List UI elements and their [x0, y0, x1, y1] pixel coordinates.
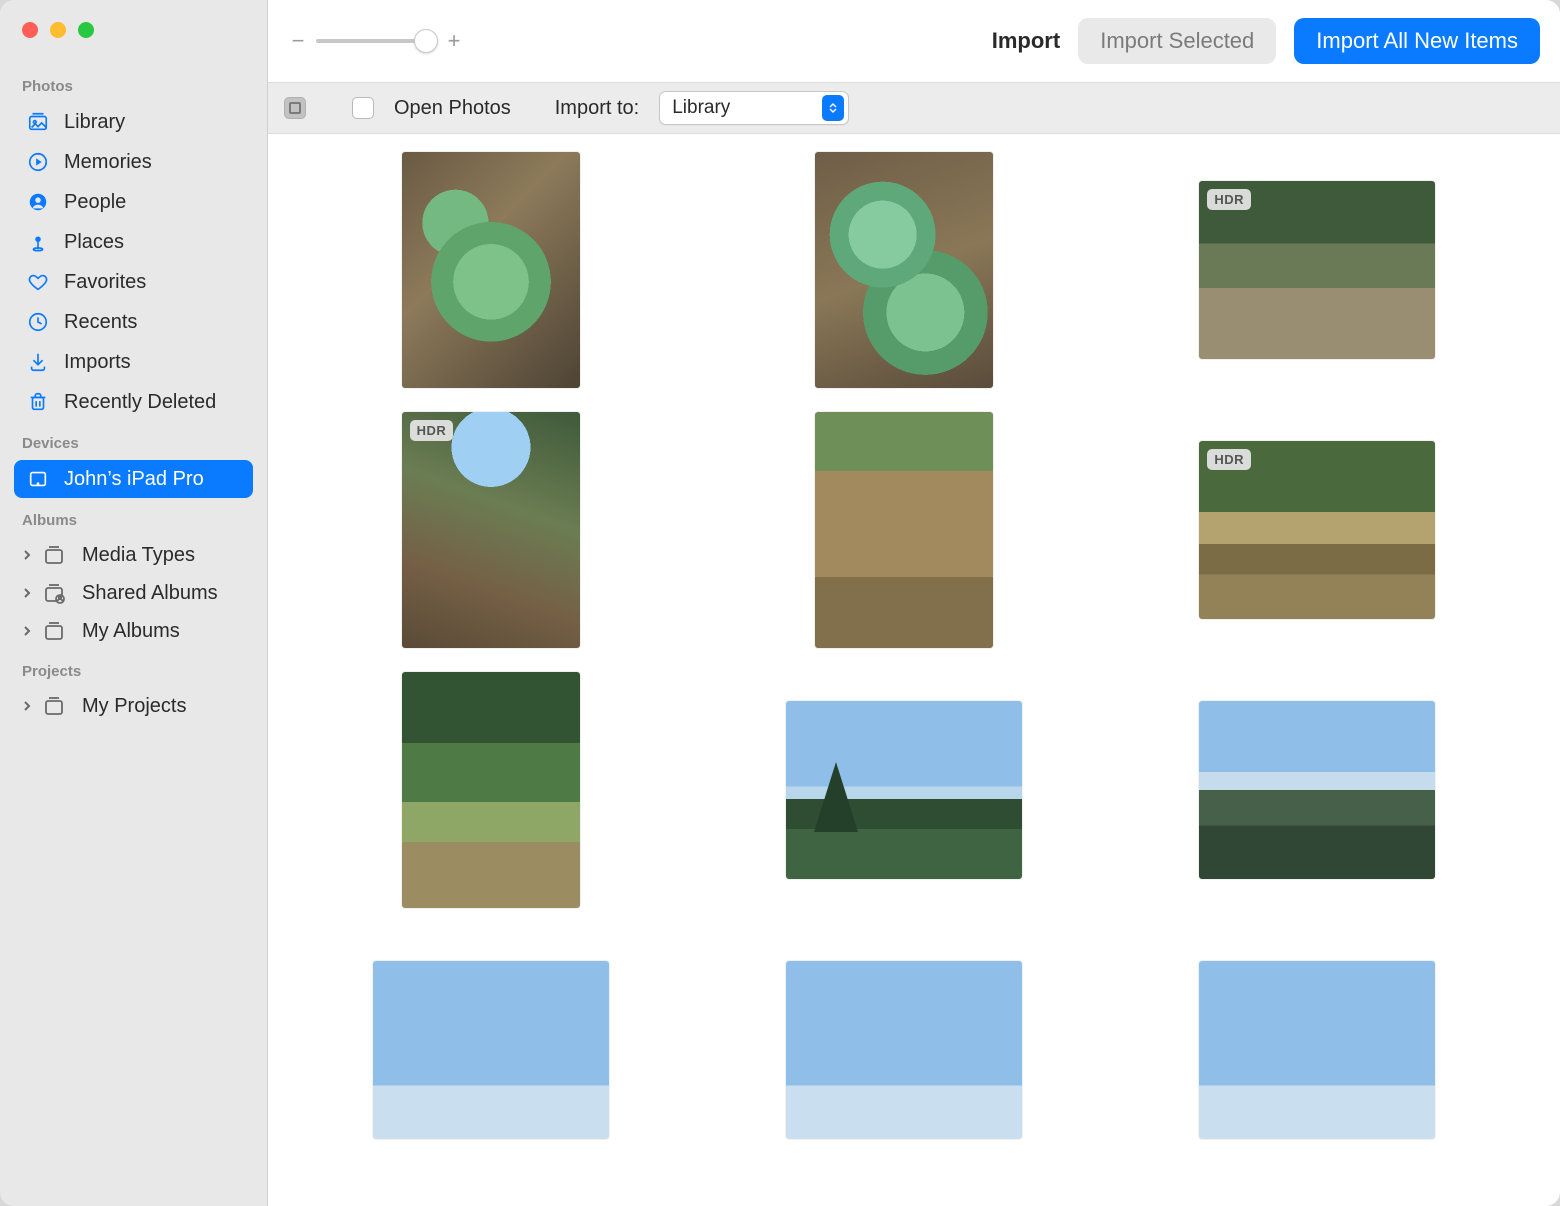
minimize-window-button[interactable] — [50, 22, 66, 38]
app-window: Photos Library Memories People Places — [0, 0, 1560, 1206]
chevron-right-icon — [20, 699, 34, 713]
sidebar: Photos Library Memories People Places — [0, 0, 268, 1206]
photo-image — [402, 152, 580, 388]
sidebar-item-recently-deleted[interactable]: Recently Deleted — [14, 383, 253, 421]
zoom-slider[interactable] — [316, 39, 436, 43]
open-photos-checkbox[interactable] — [352, 97, 374, 119]
sidebar-item-device-ipad[interactable]: John’s iPad Pro — [14, 460, 253, 498]
sidebar-section-photos-header: Photos — [8, 66, 259, 101]
memories-icon — [26, 150, 50, 174]
photo-image — [1199, 961, 1435, 1139]
page-title: Import — [992, 28, 1060, 54]
photo-thumbnail[interactable] — [737, 412, 1070, 648]
photo-image — [373, 961, 609, 1139]
sidebar-item-label: Memories — [64, 151, 152, 174]
sidebar-item-my-albums[interactable]: My Albums — [14, 613, 253, 649]
open-photos-label: Open Photos — [394, 97, 511, 120]
sidebar-item-recents[interactable]: Recents — [14, 303, 253, 341]
clock-icon — [26, 310, 50, 334]
chevron-right-icon — [20, 586, 34, 600]
import-to-select[interactable]: Library — [659, 91, 849, 125]
photo-thumbnail[interactable]: HDR — [1151, 152, 1484, 388]
photo-image — [786, 701, 1022, 879]
sidebar-item-label: Recents — [64, 311, 137, 334]
photo-thumbnail[interactable]: HDR — [1151, 412, 1484, 648]
sidebar-section-albums-header: Albums — [8, 500, 259, 535]
select-all-checkbox[interactable] — [284, 97, 306, 119]
zoom-out-button[interactable]: − — [288, 28, 308, 54]
window-controls — [8, 14, 259, 64]
photo-image: HDR — [402, 412, 580, 648]
photo-thumbnail[interactable] — [737, 672, 1070, 908]
sidebar-item-library[interactable]: Library — [14, 103, 253, 141]
chevron-right-icon — [20, 548, 34, 562]
ipad-icon — [26, 467, 50, 491]
sidebar-item-label: Imports — [64, 351, 131, 374]
sidebar-item-label: People — [64, 191, 126, 214]
close-window-button[interactable] — [22, 22, 38, 38]
sidebar-item-label: John’s iPad Pro — [64, 468, 204, 491]
photo-thumbnail[interactable] — [324, 152, 657, 388]
people-icon — [26, 190, 50, 214]
download-icon — [26, 350, 50, 374]
option-bar: Open Photos Import to: Library — [268, 82, 1560, 134]
sidebar-item-people[interactable]: People — [14, 183, 253, 221]
import-to-value: Library — [672, 97, 822, 119]
album-icon — [42, 619, 66, 643]
sidebar-item-label: Shared Albums — [82, 582, 218, 605]
photo-thumbnail[interactable] — [737, 152, 1070, 388]
fullscreen-window-button[interactable] — [78, 22, 94, 38]
sidebar-item-label: Favorites — [64, 271, 146, 294]
import-selected-button[interactable]: Import Selected — [1078, 18, 1276, 64]
hdr-badge: HDR — [1207, 189, 1251, 210]
sidebar-item-places[interactable]: Places — [14, 223, 253, 261]
sidebar-item-memories[interactable]: Memories — [14, 143, 253, 181]
photo-thumbnail[interactable] — [324, 932, 657, 1168]
sidebar-item-shared-albums[interactable]: Shared Albums — [14, 575, 253, 611]
zoom-in-button[interactable]: + — [444, 28, 464, 54]
sidebar-section-projects-header: Projects — [8, 651, 259, 686]
sidebar-item-label: Library — [64, 111, 125, 134]
photo-image: HDR — [1199, 441, 1435, 619]
sidebar-section-devices-header: Devices — [8, 423, 259, 458]
chevron-right-icon — [20, 624, 34, 638]
sidebar-item-favorites[interactable]: Favorites — [14, 263, 253, 301]
sidebar-item-label: My Albums — [82, 620, 180, 643]
import-to-label: Import to: — [555, 97, 639, 120]
updown-stepper-icon — [822, 95, 844, 121]
sidebar-item-my-projects[interactable]: My Projects — [14, 688, 253, 724]
heart-icon — [26, 270, 50, 294]
sidebar-item-media-types[interactable]: Media Types — [14, 537, 253, 573]
sidebar-item-label: Recently Deleted — [64, 391, 216, 414]
shared-album-icon — [42, 581, 66, 605]
hdr-badge: HDR — [410, 420, 454, 441]
photo-thumbnail[interactable]: HDR — [324, 412, 657, 648]
toolbar: − + Import Import Selected Import All Ne… — [268, 0, 1560, 82]
sidebar-item-imports[interactable]: Imports — [14, 343, 253, 381]
photo-thumbnail[interactable] — [1151, 672, 1484, 908]
project-icon — [42, 694, 66, 718]
main-panel: − + Import Import Selected Import All Ne… — [268, 0, 1560, 1206]
sidebar-item-label: Places — [64, 231, 124, 254]
photo-image — [1199, 701, 1435, 879]
sidebar-item-label: My Projects — [82, 695, 186, 718]
photo-image — [402, 672, 580, 908]
photo-image — [815, 412, 993, 648]
photo-image — [786, 961, 1022, 1139]
photo-grid-scroll[interactable]: HDR HDR HDR — [268, 134, 1560, 1206]
trash-icon — [26, 390, 50, 414]
photo-thumbnail[interactable] — [737, 932, 1070, 1168]
import-all-new-items-button[interactable]: Import All New Items — [1294, 18, 1540, 64]
album-icon — [42, 543, 66, 567]
thumbnail-zoom-control: − + — [288, 28, 464, 54]
photo-image — [815, 152, 993, 388]
photo-image: HDR — [1199, 181, 1435, 359]
photo-thumbnail[interactable] — [324, 672, 657, 908]
places-icon — [26, 230, 50, 254]
photo-thumbnail[interactable] — [1151, 932, 1484, 1168]
photo-grid: HDR HDR HDR — [268, 134, 1560, 1186]
sidebar-item-label: Media Types — [82, 544, 195, 567]
library-icon — [26, 110, 50, 134]
hdr-badge: HDR — [1207, 449, 1251, 470]
